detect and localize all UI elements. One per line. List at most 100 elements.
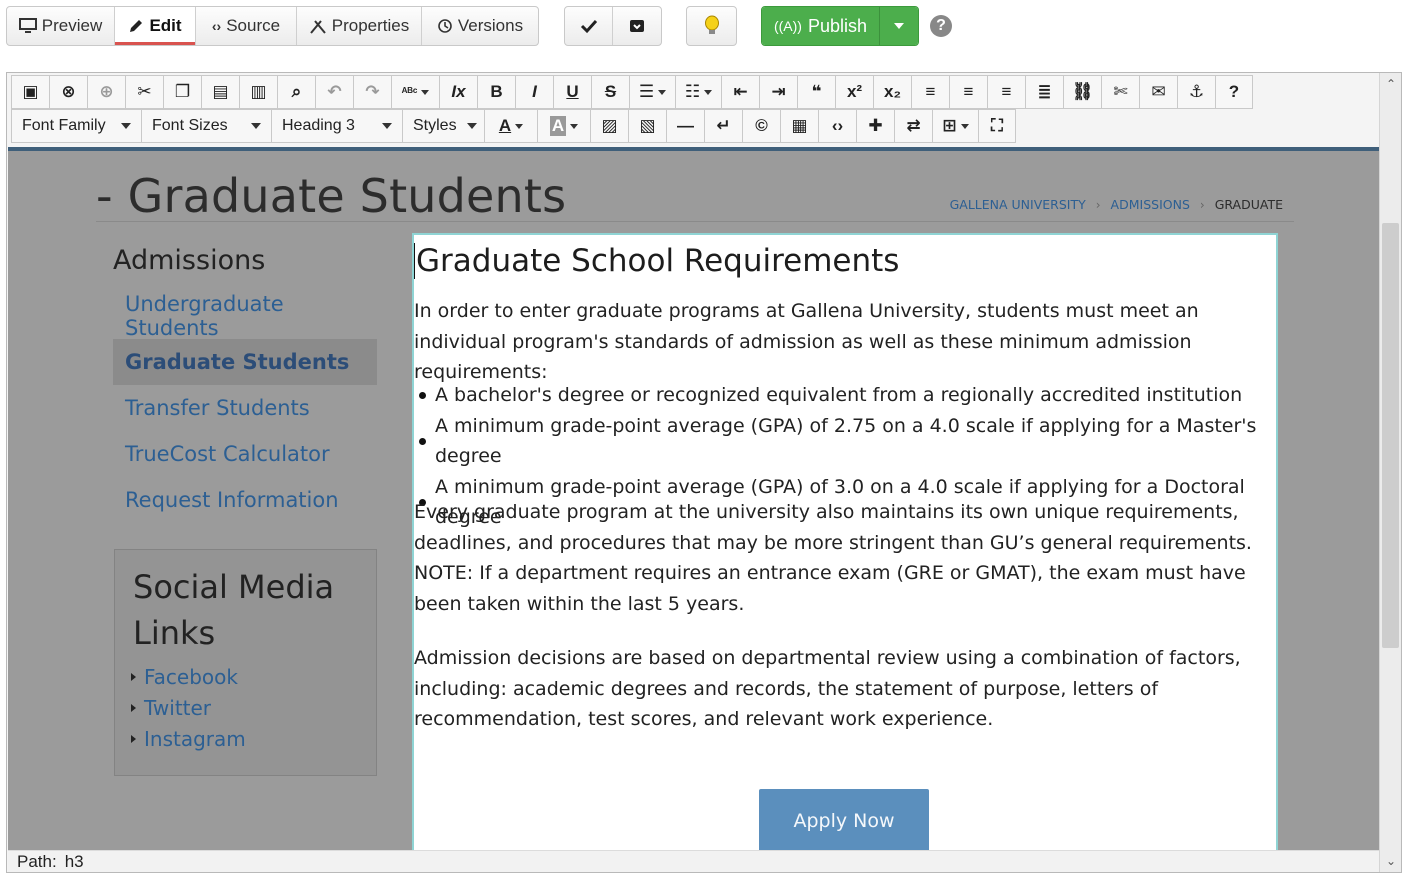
editor-scrollbar[interactable]: ⌃ ⌄ <box>1379 73 1401 872</box>
fullscreen-button[interactable]: ⛶ <box>978 109 1016 143</box>
bold-button[interactable]: B <box>477 75 515 109</box>
align-justify-button[interactable]: ≣ <box>1025 75 1063 109</box>
template-icon: ▦ <box>791 116 808 135</box>
paste-button[interactable]: ▤ <box>201 75 239 109</box>
table-button[interactable]: ⊞ <box>932 109 978 143</box>
globe-button[interactable]: ⊕ <box>87 75 125 109</box>
list-item[interactable]: A bachelor's degree or recognized equiva… <box>414 380 1276 411</box>
publish-button-group: ((A)) Publish <box>761 6 919 46</box>
sidebar-item-graduate[interactable]: Graduate Students <box>113 339 377 385</box>
subscript-button[interactable]: x₂ <box>873 75 911 109</box>
paste-text-button[interactable]: ▥ <box>239 75 277 109</box>
help-symbol: ? <box>936 17 946 34</box>
save-button[interactable]: ▣ <box>11 75 49 109</box>
plugin-button[interactable]: ✚ <box>856 109 894 143</box>
social-link-twitter[interactable]: Twitter <box>131 692 246 723</box>
redo-button[interactable]: ↷ <box>353 75 391 109</box>
find-button[interactable]: ⌕ <box>277 75 315 109</box>
align-center-button[interactable]: ≡ <box>949 75 987 109</box>
tab-preview[interactable]: Preview <box>7 7 115 45</box>
caret-down-icon <box>421 89 430 95</box>
superscript-button[interactable]: x² <box>835 75 873 109</box>
social-link-instagram[interactable]: Instagram <box>131 723 246 754</box>
admission-decisions-paragraph[interactable]: Admission decisions are based on departm… <box>414 643 1276 735</box>
underline-button[interactable]: U <box>553 75 591 109</box>
line-break-button[interactable]: ↵ <box>704 109 742 143</box>
cut-icon: ✂ <box>137 82 152 101</box>
swap-button[interactable]: ⇄ <box>894 109 932 143</box>
scroll-down-icon[interactable]: ⌄ <box>1380 852 1402 870</box>
tab-edit[interactable]: Edit <box>115 7 196 45</box>
close-button[interactable]: ⊗ <box>49 75 87 109</box>
copyright-button[interactable]: © <box>742 109 780 143</box>
sidebar-nav: Undergraduate Students Graduate Students… <box>113 292 377 523</box>
cut-button[interactable]: ✂ <box>125 75 163 109</box>
heading-select[interactable]: Heading 3 <box>271 109 402 143</box>
tab-source-label: Source <box>226 16 281 35</box>
help-button[interactable]: ? <box>930 15 952 37</box>
mail-button[interactable]: ✉ <box>1139 75 1177 109</box>
breadcrumb-current: GRADUATE <box>1214 197 1283 212</box>
archive-button[interactable] <box>613 7 661 45</box>
tip-button[interactable] <box>687 7 736 45</box>
caret-down-icon <box>121 123 131 129</box>
publish-dropdown-button[interactable] <box>880 7 918 45</box>
text-color-button[interactable]: A <box>484 109 537 143</box>
anchor-icon: ⚓ <box>1188 82 1205 101</box>
program-requirements-paragraph[interactable]: Every graduate program at the university… <box>414 497 1276 619</box>
unlink-button[interactable]: ✄ <box>1101 75 1139 109</box>
code-view-button[interactable]: ‹› <box>818 109 856 143</box>
anchor-button[interactable]: ⚓ <box>1177 75 1215 109</box>
bullet-list-button[interactable]: ☰ <box>629 75 675 109</box>
list-item[interactable]: A minimum grade-point average (GPA) of 2… <box>414 411 1276 472</box>
horizontal-rule-button[interactable]: — <box>666 109 704 143</box>
font-sizes-select[interactable]: Font Sizes <box>141 109 271 143</box>
tab-source[interactable]: ‹› Source <box>196 7 297 45</box>
breadcrumb-link-admissions[interactable]: ADMISSIONS <box>1111 197 1190 212</box>
top-toolbar: Preview Edit ‹› Source Properties Versio… <box>0 0 1406 52</box>
font-family-select[interactable]: Font Family <box>11 109 141 143</box>
link-button[interactable]: ⛓ <box>1063 75 1101 109</box>
list-item-text: A bachelor's degree or recognized equiva… <box>435 384 1243 406</box>
image-button[interactable]: ▨ <box>590 109 628 143</box>
editor-content-area[interactable]: - Graduate Students GALLENA UNIVERSITY ›… <box>8 147 1379 851</box>
sidebar-item-transfer[interactable]: Transfer Students <box>113 385 377 431</box>
requirements-heading[interactable]: Graduate School Requirements <box>414 243 899 279</box>
blockquote-icon: ❝ <box>811 82 822 101</box>
main-content-block[interactable]: Graduate School Requirements In order to… <box>412 233 1278 851</box>
tab-properties[interactable]: Properties <box>297 7 422 45</box>
indent-button[interactable]: ⇥ <box>759 75 797 109</box>
help-circle-icon: ? <box>1228 82 1240 101</box>
clear-format-button[interactable]: Ix <box>439 75 477 109</box>
template-button[interactable]: ▦ <box>780 109 818 143</box>
numbered-list-button[interactable]: ☷ <box>675 75 721 109</box>
scroll-up-icon[interactable]: ⌃ <box>1380 75 1402 93</box>
path-value[interactable]: h3 <box>65 852 84 872</box>
intro-paragraph[interactable]: In order to enter graduate programs at G… <box>414 296 1276 388</box>
background-color-button[interactable]: A <box>537 109 590 143</box>
italic-button[interactable]: I <box>515 75 553 109</box>
spellcheck-button[interactable]: ᴬᴮᶜ <box>391 75 439 109</box>
align-right-button[interactable]: ≡ <box>987 75 1025 109</box>
blockquote-button[interactable]: ❝ <box>797 75 835 109</box>
copy-button[interactable]: ❐ <box>163 75 201 109</box>
tab-versions[interactable]: Versions <box>422 7 538 45</box>
editor-help-button[interactable]: ? <box>1215 75 1253 109</box>
scroll-thumb[interactable] <box>1382 223 1399 648</box>
styles-select[interactable]: Styles <box>402 109 484 143</box>
apply-now-button[interactable]: Apply Now <box>759 789 929 851</box>
sidebar-item-request-info[interactable]: Request Information <box>113 477 377 523</box>
align-left-button[interactable]: ≡ <box>911 75 949 109</box>
sidebar-item-truecost[interactable]: TrueCost Calculator <box>113 431 377 477</box>
strikethrough-button[interactable]: S <box>591 75 629 109</box>
social-link-facebook[interactable]: Facebook <box>131 661 246 692</box>
check-button[interactable] <box>565 7 614 45</box>
styles-label: Styles <box>413 117 457 134</box>
rich-text-editor: ▣ ⊗ ⊕ ✂ ❐ ▤ ▥ ⌕ ↶ ↷ ᴬᴮᶜ Ix B I U S ☰ ☷ ⇤… <box>6 72 1402 873</box>
sidebar-item-undergraduate[interactable]: Undergraduate Students <box>113 292 377 340</box>
publish-button[interactable]: ((A)) Publish <box>762 7 880 45</box>
outdent-button[interactable]: ⇤ <box>721 75 759 109</box>
breadcrumb-link-university[interactable]: GALLENA UNIVERSITY <box>950 197 1086 212</box>
media-button[interactable]: ▧ <box>628 109 666 143</box>
undo-button[interactable]: ↶ <box>315 75 353 109</box>
